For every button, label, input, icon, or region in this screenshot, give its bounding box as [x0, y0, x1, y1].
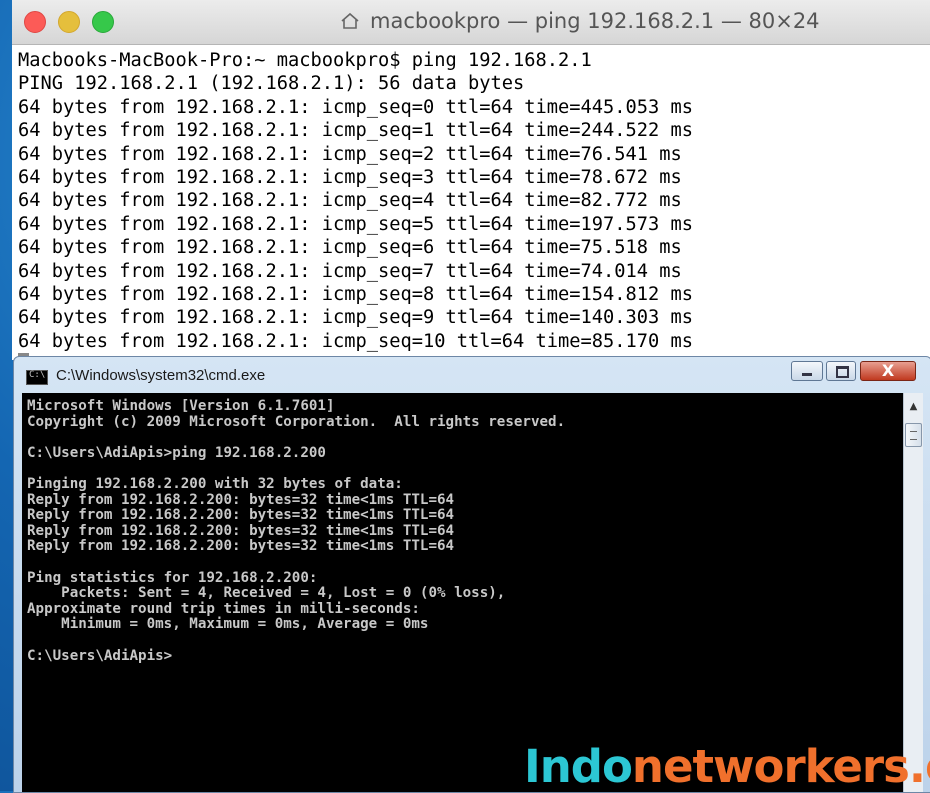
cmd-console-line: Ping statistics for 192.168.2.200: [27, 569, 318, 586]
command-prompt-icon: C:\ [26, 370, 48, 385]
cmd-console-line: Microsoft Windows [Version 6.1.7601] [27, 398, 335, 414]
maximize-button[interactable] [826, 361, 856, 381]
mac-terminal-line: 64 bytes from 192.168.2.1: icmp_seq=2 tt… [18, 143, 682, 165]
mac-titlebar[interactable]: macbookpro — ping 192.168.2.1 — 80×24 [12, 0, 930, 45]
cmd-console-line: Copyright (c) 2009 Microsoft Corporation… [27, 413, 566, 430]
mac-terminal-line: PING 192.168.2.1 (192.168.2.1): 56 data … [18, 73, 525, 95]
mac-terminal-window[interactable]: macbookpro — ping 192.168.2.1 — 80×24 Ma… [12, 0, 930, 360]
cmd-console-line: Reply from 192.168.2.200: bytes=32 time<… [27, 507, 455, 524]
watermark-part-indo: Indo [524, 740, 633, 793]
mac-terminal-line: 64 bytes from 192.168.2.1: icmp_seq=0 tt… [18, 96, 694, 118]
mac-terminal-line: 64 bytes from 192.168.2.1: icmp_seq=3 tt… [18, 167, 682, 189]
scroll-thumb[interactable] [905, 423, 922, 447]
close-traffic-light-icon[interactable] [24, 11, 46, 33]
mac-terminal-output[interactable]: Macbooks-MacBook-Pro:~ macbookpro$ ping … [12, 45, 930, 360]
minimize-button[interactable] [791, 361, 823, 381]
scroll-up-arrow-icon[interactable]: ▲ [905, 399, 922, 415]
mac-terminal-line: 64 bytes from 192.168.2.1: icmp_seq=8 tt… [18, 284, 694, 306]
cmd-console-line: Reply from 192.168.2.200: bytes=32 time<… [27, 491, 455, 508]
mac-terminal-line: 64 bytes from 192.168.2.1: icmp_seq=6 tt… [18, 237, 682, 259]
watermark-part-networkers: networkers.c [631, 740, 930, 793]
home-icon [341, 12, 359, 29]
cmd-icon-label: C:\ [29, 370, 46, 380]
cmd-console-line: Approximate round trip times in milli-se… [27, 600, 420, 617]
minimize-traffic-light-icon[interactable] [58, 11, 80, 33]
cmd-console-line: Pinging 192.168.2.200 with 32 bytes of d… [27, 475, 403, 492]
mac-terminal-line: 64 bytes from 192.168.2.1: icmp_seq=5 tt… [18, 213, 694, 235]
zoom-traffic-light-icon[interactable] [92, 11, 114, 33]
cmd-console-line: Reply from 192.168.2.200: bytes=32 time<… [27, 522, 455, 539]
cmd-console-line [27, 461, 565, 477]
mac-window-title: macbookpro — ping 192.168.2.1 — 80×24 [340, 9, 820, 33]
cmd-console-output[interactable]: Microsoft Windows [Version 6.1.7601] Copy… [22, 393, 903, 792]
mac-terminal-line: 64 bytes from 192.168.2.1: icmp_seq=4 tt… [18, 190, 682, 212]
cmd-console-line: C:\Users\AdiApis> [27, 647, 173, 664]
mac-terminal-line: 64 bytes from 192.168.2.1: icmp_seq=10 t… [18, 330, 694, 352]
close-icon: X [881, 361, 895, 380]
mac-terminal-line: Macbooks-MacBook-Pro:~ macbookpro$ ping … [18, 50, 592, 71]
mac-title-text: macbookpro — ping 192.168.2.1 — 80×24 [370, 9, 820, 33]
cmd-console-line: Minimum = 0ms, Maximum = 0ms, Average = … [27, 616, 429, 633]
cmd-console-line: Packets: Sent = 4, Received = 4, Lost = … [27, 585, 506, 602]
cmd-console-line: Reply from 192.168.2.200: bytes=32 time<… [27, 538, 455, 555]
cmd-titlebar[interactable]: C:\ C:\Windows\system32\cmd.exe X [14, 357, 930, 393]
cmd-console-line [27, 555, 565, 571]
cmd-console-text: Microsoft Windows [Version 6.1.7601] Copy… [27, 398, 566, 664]
mac-terminal-line: 64 bytes from 192.168.2.1: icmp_seq=9 tt… [18, 307, 694, 329]
cmd-console-line [27, 430, 565, 446]
mac-terminal-line: 64 bytes from 192.168.2.1: icmp_seq=1 tt… [18, 120, 694, 142]
vertical-scrollbar[interactable]: ▲ [903, 393, 923, 792]
cmd-window[interactable]: C:\ C:\Windows\system32\cmd.exe X Micros… [13, 356, 930, 793]
watermark-logo: Indonetworkers.c [524, 740, 930, 793]
cmd-window-title: C:\Windows\system32\cmd.exe [56, 367, 266, 384]
cmd-console-line [27, 633, 565, 649]
close-button[interactable]: X [860, 361, 916, 381]
mac-terminal-line: 64 bytes from 192.168.2.1: icmp_seq=7 tt… [18, 260, 682, 282]
cmd-console-line: C:\Users\AdiApis>ping 192.168.2.200 [27, 444, 326, 461]
